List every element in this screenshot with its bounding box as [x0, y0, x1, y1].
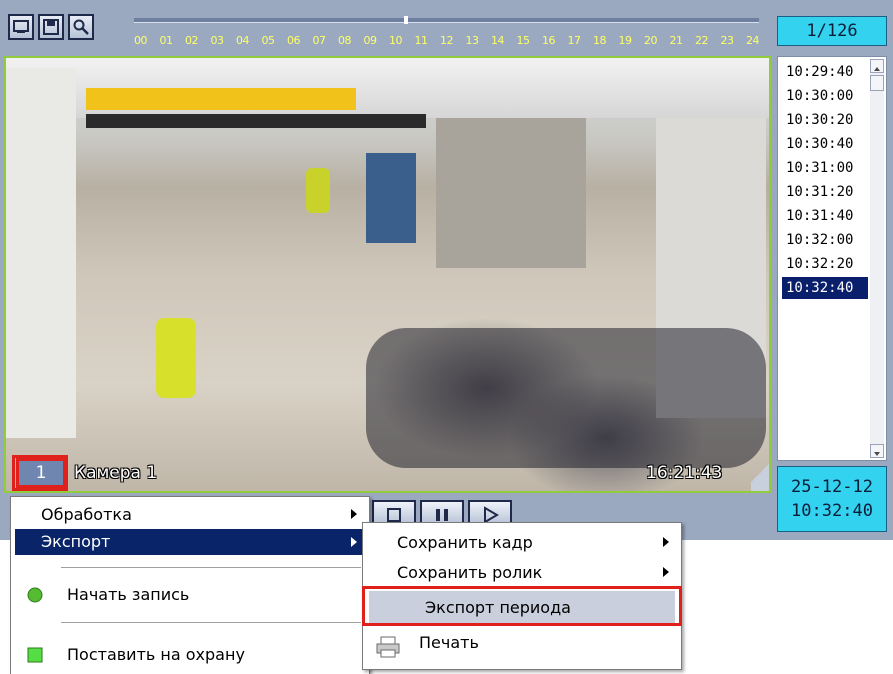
- left-pillar: [6, 68, 76, 438]
- timeline-hour-label: 12: [440, 34, 454, 47]
- player-window: 00 01 02 03 04 05 06 07 08 09 10 11 12 13 14 15 16 17 18 19…: [0, 0, 893, 540]
- timeline[interactable]: 00 01 02 03 04 05 06 07 08 09 10 11 12 13 14 15 16 17 18 19…: [134, 6, 760, 52]
- timeline-hour-label: 08: [338, 34, 352, 47]
- info-kiosk: [366, 153, 416, 243]
- arrow-down-icon: [874, 452, 880, 456]
- timeline-hour-label: 05: [261, 34, 276, 47]
- timeline-hour-label: 22: [695, 34, 709, 47]
- menu-item-print[interactable]: Печать: [419, 633, 479, 652]
- timeline-hour-label: 11: [414, 34, 429, 47]
- save-button[interactable]: [38, 14, 64, 40]
- airport-sign: [86, 88, 356, 110]
- camera-name: Камера 1: [74, 463, 158, 483]
- scroll-up-arrow[interactable]: [870, 59, 884, 73]
- callout-camera-number: [12, 455, 68, 491]
- time-list-item[interactable]: 10:30:40: [782, 133, 868, 155]
- person-yellow-vest: [156, 318, 196, 398]
- current-date: 25-12-12: [791, 477, 873, 497]
- back-wall: [436, 118, 586, 268]
- timeline-hour-label: 06: [287, 34, 301, 47]
- camera-timestamp: 16:21:43: [646, 463, 723, 483]
- scroll-thumb[interactable]: [870, 75, 884, 91]
- timeline-hour-label: 17: [567, 34, 582, 47]
- green-circle-icon: [27, 587, 43, 603]
- monitor-icon: [13, 20, 29, 33]
- time-list[interactable]: 10:29:40 10:30:00 10:30:20 10:30:40 10:31:00…: [777, 56, 887, 461]
- timeline-hour-label: 09: [363, 34, 378, 47]
- time-list-item[interactable]: 10:32:20: [782, 253, 868, 275]
- menu-separator: [61, 622, 361, 623]
- time-list-item[interactable]: 10:30:00: [782, 85, 868, 107]
- submenu-arrow-icon: [663, 537, 669, 547]
- submenu-arrow-icon: [663, 567, 669, 577]
- scroll-down-arrow[interactable]: [870, 444, 884, 458]
- resize-grip[interactable]: [751, 453, 769, 491]
- timeline-hour-label: 10: [389, 34, 403, 47]
- floppy-icon: [43, 19, 59, 35]
- time-list-item[interactable]: 10:31:40: [782, 205, 868, 227]
- timeline-hour-label: 23: [720, 34, 735, 47]
- current-time: 10:32:40: [791, 501, 873, 521]
- timeline-hour-label: 15: [516, 34, 531, 47]
- timeline-hour-label: 07: [312, 34, 327, 47]
- submenu-arrow-icon: [351, 509, 357, 519]
- date-time-display: 25-12-12 10:32:40: [777, 466, 887, 532]
- timeline-hour-label: 04: [236, 34, 250, 47]
- search-icon: [73, 19, 89, 35]
- time-list-item[interactable]: 10:31:20: [782, 181, 868, 203]
- green-square-icon: [27, 647, 43, 663]
- timeline-hour-label: 01: [159, 34, 174, 47]
- timeline-hour-label: 02: [185, 34, 199, 47]
- time-list-scrollbar[interactable]: [870, 59, 884, 458]
- person-far: [306, 168, 330, 213]
- menu-item-save-frame[interactable]: Сохранить кадр: [397, 533, 533, 552]
- printer-icon: [376, 636, 400, 658]
- menu-item-export[interactable]: Экспорт: [15, 529, 367, 555]
- timeline-hour-labels: 00 01 02 03 04 05 06 07 08 09 10 11 12 13 14 15 16 17 18 19…: [134, 34, 760, 50]
- timeline-hour-label: 00: [134, 34, 148, 47]
- record-counter: 1/126: [777, 16, 887, 46]
- menu-separator: [61, 567, 361, 568]
- menu-item-processing[interactable]: Обработка: [41, 505, 132, 524]
- timeline-hour-label: 20: [644, 34, 658, 47]
- timeline-hour-label: 16: [542, 34, 556, 47]
- time-list-item[interactable]: 10:30:20: [782, 109, 868, 131]
- time-list-item[interactable]: 10:31:00: [782, 157, 868, 179]
- crowd: [366, 328, 766, 468]
- sign-bar: [86, 114, 426, 128]
- timeline-track[interactable]: [134, 18, 759, 23]
- timeline-hour-label: 21: [669, 34, 684, 47]
- timeline-hour-label: 18: [593, 34, 607, 47]
- timeline-hour-label: 03: [210, 34, 225, 47]
- timeline-hour-label: 14: [491, 34, 505, 47]
- menu-item-save-clip[interactable]: Сохранить ролик: [397, 563, 542, 582]
- context-menu: Обработка Экспорт Начать запись Поставит…: [10, 496, 370, 674]
- submenu-arrow-icon: [351, 537, 357, 547]
- callout-export-period: [362, 586, 682, 626]
- timeline-position-marker[interactable]: [404, 16, 408, 24]
- video-frame[interactable]: 1 Камера 1 16:21:43: [4, 56, 771, 493]
- top-toolbar: 00 01 02 03 04 05 06 07 08 09 10 11 12 13 14 15 16 17 18 19…: [4, 4, 766, 54]
- timeline-hour-label: 24: [746, 34, 760, 47]
- search-button[interactable]: [68, 14, 94, 40]
- arrow-up-icon: [874, 67, 880, 71]
- timeline-hour-label: 19: [618, 34, 633, 47]
- menu-item-start-recording[interactable]: Начать запись: [67, 585, 189, 604]
- time-list-item[interactable]: 10:32:40: [782, 277, 868, 299]
- timeline-hour-label: 13: [465, 34, 480, 47]
- layout-single-button[interactable]: [8, 14, 34, 40]
- time-list-item[interactable]: 10:29:40: [782, 61, 868, 83]
- menu-item-arm[interactable]: Поставить на охрану: [67, 645, 245, 664]
- time-list-item[interactable]: 10:32:00: [782, 229, 868, 251]
